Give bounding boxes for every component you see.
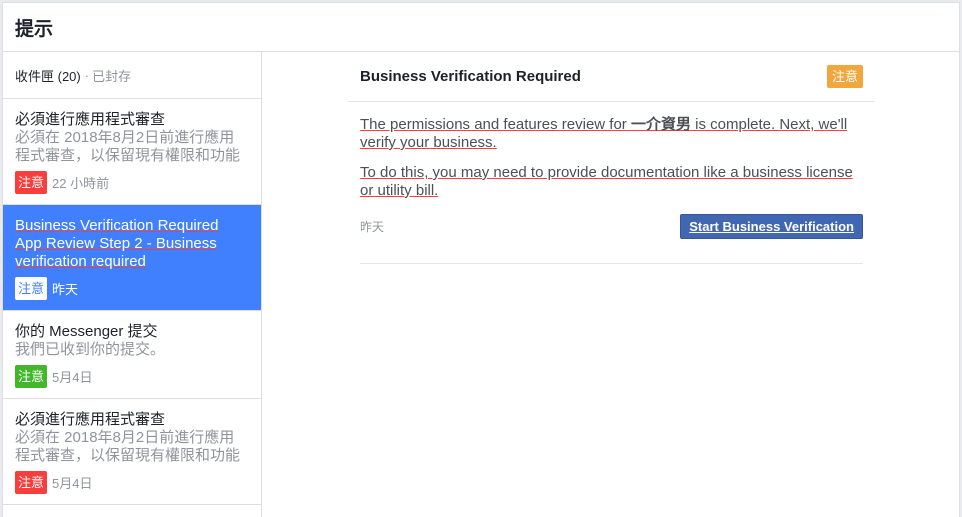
notification-desc: 必須在 2018年8月2日前進行應用程式審查，以保留現有權限和功能 <box>15 129 241 164</box>
detail-header: Business Verification Required 注意 <box>348 52 875 102</box>
inbox-tab[interactable]: 收件匣 (20) <box>15 66 81 85</box>
notification-item-app-review-1[interactable]: 必須進行應用程式審查 必須在 2018年8月2日前進行應用程式審查，以保留現有權… <box>3 99 261 205</box>
notification-desc: App Review Step 2 - Business verificatio… <box>15 235 217 270</box>
notification-detail: Business Verification Required 注意 The pe… <box>262 52 959 517</box>
notifications-panel: 提示 收件匣 (20) · 已封存 必須進行應用程式審查 必須在 2018年8月… <box>2 2 960 517</box>
attention-badge: 注意 <box>15 365 48 388</box>
notification-title: Business Verification Required <box>15 217 219 234</box>
notification-desc: 我們已收到你的提交。 <box>15 341 166 358</box>
start-business-verification-button[interactable]: Start Business Verification <box>680 214 863 239</box>
attention-badge: 注意 <box>826 65 863 88</box>
inbox-header: 收件匣 (20) · 已封存 <box>3 52 261 99</box>
notification-item-business-verification[interactable]: Business Verification Required App Revie… <box>3 205 261 311</box>
attention-badge: 注意 <box>15 277 48 300</box>
detail-date: 昨天 <box>360 220 385 234</box>
detail-body: The permissions and features review for … <box>360 116 863 212</box>
inbox-separator: · <box>84 67 90 83</box>
attention-badge: 注意 <box>15 471 48 494</box>
archived-tab[interactable]: 已封存 <box>92 66 131 85</box>
divider <box>360 263 863 264</box>
detail-title: Business Verification Required <box>360 68 581 85</box>
notification-time: 5月4日 <box>52 370 93 385</box>
notification-title: 你的 Messenger 提交 <box>15 323 158 340</box>
notification-title: 必須進行應用程式審查 <box>15 111 166 128</box>
detail-footer: 昨天 Start Business Verification <box>360 214 863 240</box>
detail-paragraph-1: The permissions and features review for … <box>360 116 863 152</box>
notification-item-messenger-submission[interactable]: 你的 Messenger 提交 我們已收到你的提交。 注意 5月4日 <box>3 311 261 399</box>
notification-time: 昨天 <box>52 282 79 297</box>
notification-desc: 必須在 2018年8月2日前進行應用程式審查，以保留現有權限和功能 <box>15 429 241 464</box>
notification-item-app-review-2[interactable]: 必須進行應用程式審查 必須在 2018年8月2日前進行應用程式審查，以保留現有權… <box>3 399 261 505</box>
notification-sidebar: 收件匣 (20) · 已封存 必須進行應用程式審查 必須在 2018年8月2日前… <box>3 52 262 517</box>
app-name: 一介資男 <box>630 116 691 133</box>
notification-time: 5月4日 <box>52 476 93 491</box>
page-title-text: 提示 <box>15 18 54 40</box>
detail-paragraph-2: To do this, you may need to provide docu… <box>360 164 853 199</box>
notification-time: 22 小時前 <box>52 176 110 191</box>
page-title: 提示 <box>3 3 959 52</box>
detail-text: The permissions and features review for <box>360 116 631 133</box>
attention-badge: 注意 <box>15 171 48 194</box>
notification-title: 必須進行應用程式審查 <box>15 411 166 428</box>
